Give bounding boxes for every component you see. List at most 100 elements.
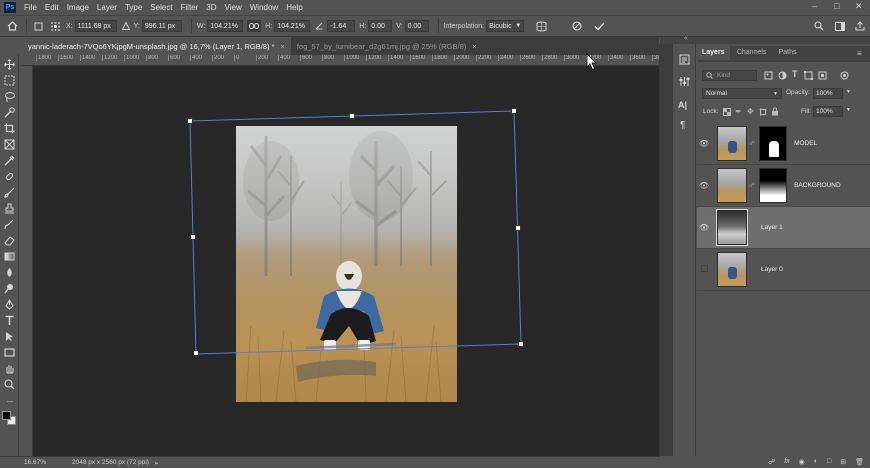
rectangle-tool-icon[interactable]: [3, 346, 16, 359]
layer-name[interactable]: MODEL: [794, 140, 817, 147]
lasso-tool-icon[interactable]: [3, 90, 16, 103]
type-tool-icon[interactable]: [3, 314, 16, 327]
layer-filter-select[interactable]: Kind: [702, 70, 757, 81]
vertical-ruler[interactable]: [22, 66, 33, 456]
fx-icon[interactable]: fx: [784, 458, 789, 465]
link-icon[interactable]: ☍: [749, 182, 755, 189]
minimize-button[interactable]: –: [812, 1, 817, 11]
history-brush-tool-icon[interactable]: [3, 218, 16, 231]
lock-position-icon[interactable]: ✥: [747, 107, 754, 116]
filter-toggle-icon[interactable]: [840, 71, 849, 82]
path-selection-tool-icon[interactable]: [3, 330, 16, 343]
menu-type[interactable]: Type: [121, 3, 146, 12]
workspace-icon[interactable]: [834, 21, 846, 31]
quick-selection-tool-icon[interactable]: [3, 106, 16, 119]
layer-name[interactable]: Layer 1: [761, 224, 783, 231]
link-icon[interactable]: ☍: [749, 140, 755, 147]
layer-mask-thumbnail[interactable]: [759, 126, 788, 161]
transform-handle-left[interactable]: [190, 234, 196, 240]
character-panel-icon[interactable]: A|: [678, 100, 687, 110]
menu-file[interactable]: File: [20, 3, 41, 12]
lock-artboard-icon[interactable]: [759, 108, 767, 118]
collapse-icon[interactable]: «: [684, 35, 688, 42]
tab-document-active[interactable]: yannic-laderach-7VQo6YKjpgM-unsplash.jpg…: [22, 37, 291, 55]
opacity-field[interactable]: 100%: [813, 88, 843, 99]
tab-layers[interactable]: Layers: [697, 46, 730, 60]
warp-icon[interactable]: [534, 21, 548, 32]
menu-layer[interactable]: Layer: [93, 3, 121, 12]
layer-row-layer-0[interactable]: Layer 0: [697, 249, 870, 291]
link-icon[interactable]: [247, 20, 262, 32]
crop-tool-icon[interactable]: [3, 122, 16, 135]
hand-tool-icon[interactable]: [3, 362, 16, 375]
cancel-transform-icon[interactable]: [570, 21, 584, 31]
tab-document-fog[interactable]: fog_57_by_lumibear_d2g61mj.jpg @ 25% (RG…: [290, 37, 483, 55]
healing-brush-tool-icon[interactable]: [3, 170, 16, 183]
close-window-button[interactable]: ✕: [855, 1, 863, 12]
move-tool-icon[interactable]: [3, 58, 16, 71]
menu-filter[interactable]: Filter: [177, 3, 203, 12]
eraser-tool-icon[interactable]: [3, 234, 16, 247]
marquee-tool-icon[interactable]: [3, 74, 16, 87]
transform-bounding-box[interactable]: [33, 66, 659, 456]
filter-adjustment-icon[interactable]: [778, 71, 787, 82]
menu-image[interactable]: Image: [63, 3, 93, 12]
chevron-down-icon[interactable]: ▼: [846, 107, 851, 113]
canvas-area[interactable]: [33, 66, 659, 456]
rotation-field[interactable]: -1.64: [327, 20, 356, 32]
home-icon[interactable]: [3, 21, 21, 31]
share-icon[interactable]: [854, 21, 866, 31]
relative-position-icon[interactable]: [121, 22, 131, 30]
commit-transform-icon[interactable]: [592, 22, 606, 31]
filter-pixel-icon[interactable]: [764, 71, 773, 82]
adjustments-panel-icon[interactable]: [679, 76, 690, 89]
width-field[interactable]: 104.21%: [207, 20, 244, 32]
filter-type-icon[interactable]: T: [792, 69, 798, 79]
add-mask-icon[interactable]: ◉: [799, 458, 805, 466]
y-position-field[interactable]: 996.11 px: [141, 20, 182, 32]
menu-3d[interactable]: 3D: [202, 3, 220, 12]
tab-channels[interactable]: Channels: [732, 46, 772, 59]
eye-icon[interactable]: 👁: [697, 223, 711, 232]
adjustment-layer-icon[interactable]: ◐: [814, 458, 818, 465]
paragraph-panel-icon[interactable]: ¶: [680, 120, 685, 131]
reference-point-icon[interactable]: [48, 21, 62, 32]
transform-handle-bottom-right[interactable]: [518, 341, 524, 347]
fill-field[interactable]: 100%: [813, 106, 843, 117]
layer-row-background[interactable]: 👁 ☍ BACKGROUND: [697, 165, 870, 207]
menu-select[interactable]: Select: [146, 3, 176, 12]
blend-mode-select[interactable]: Normal ▼: [702, 88, 782, 99]
gradient-tool-icon[interactable]: [3, 250, 16, 263]
eye-icon[interactable]: 👁: [697, 139, 711, 148]
lock-transparent-icon[interactable]: [723, 108, 731, 118]
x-position-field[interactable]: 1111.68 px: [74, 20, 117, 32]
more-tools-icon[interactable]: ···: [3, 394, 16, 407]
dodge-tool-icon[interactable]: [3, 282, 16, 295]
layer-row-model[interactable]: 👁 ☍ MODEL: [697, 123, 870, 165]
layer-name[interactable]: BACKGROUND: [794, 182, 841, 189]
vertical-skew-field[interactable]: 0.00: [404, 20, 429, 32]
transform-handle-right[interactable]: [515, 225, 521, 231]
interpolation-select[interactable]: Bicubic ▼: [486, 20, 525, 32]
transform-handle-top[interactable]: [349, 113, 355, 119]
tab-paths[interactable]: Paths: [774, 46, 802, 59]
menu-edit[interactable]: Edit: [41, 3, 63, 12]
zoom-level[interactable]: 16.67%: [24, 459, 68, 466]
pen-tool-icon[interactable]: [3, 298, 16, 311]
horizontal-ruler[interactable]: 1800 1600 1400 1200 1000 800 600 400 200 0 200 400 6…: [22, 55, 659, 66]
blur-tool-icon[interactable]: [3, 266, 16, 279]
transform-handle-top-right[interactable]: [511, 108, 517, 114]
maximize-button[interactable]: □: [834, 1, 839, 11]
link-layers-icon[interactable]: ☍: [768, 458, 775, 466]
layer-mask-thumbnail[interactable]: [759, 168, 788, 203]
chevron-right-icon[interactable]: ▸: [155, 459, 158, 467]
close-icon[interactable]: ×: [472, 42, 476, 51]
menu-help[interactable]: Help: [282, 3, 306, 12]
brush-tool-icon[interactable]: [3, 186, 16, 199]
filter-smart-object-icon[interactable]: [818, 71, 827, 82]
layer-name[interactable]: Layer 0: [761, 266, 783, 273]
zoom-tool-icon[interactable]: [3, 378, 16, 391]
eyedropper-tool-icon[interactable]: [3, 154, 16, 167]
height-field[interactable]: 104.21%: [274, 20, 311, 32]
new-layer-icon[interactable]: ⊞: [840, 458, 846, 466]
